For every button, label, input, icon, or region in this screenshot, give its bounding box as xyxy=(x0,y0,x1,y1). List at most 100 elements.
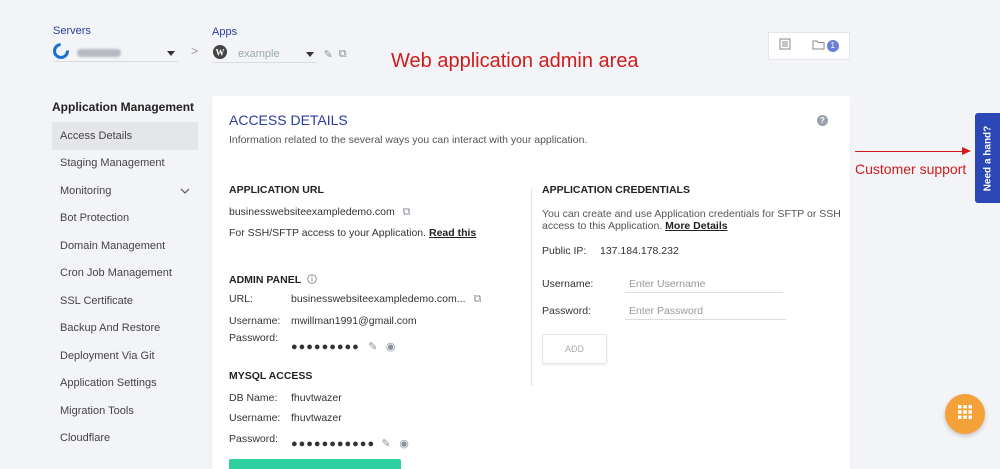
admin-password-label: Password: xyxy=(229,332,279,344)
need-a-hand-label: Need a hand? xyxy=(982,125,994,191)
read-this-link[interactable]: Read this xyxy=(429,227,476,239)
sidebar-item-label: Cron Job Management xyxy=(60,267,172,280)
annotation-arrow xyxy=(855,151,965,152)
sidebar-item-label: SSL Certificate xyxy=(60,294,133,307)
sidebar-item-cron-job-management[interactable]: Cron Job Management xyxy=(52,260,198,288)
edit-icon[interactable]: ✎ xyxy=(368,341,377,353)
page-title: ACCESS DETAILS xyxy=(229,112,348,128)
credentials-desc-text: access to this Application. xyxy=(542,220,663,232)
info-icon[interactable] xyxy=(307,274,317,287)
sidebar-item-deployment-via-git[interactable]: Deployment Via Git xyxy=(52,342,198,370)
cred-password-label: Password: xyxy=(542,305,592,317)
app-selector[interactable]: Apps W example ✎ ⧉ xyxy=(212,26,347,64)
chevron-down-icon[interactable] xyxy=(167,50,175,56)
admin-username-value: mwillman1991@gmail.com xyxy=(291,315,417,327)
credentials-desc-line2: access to this Application. More Details xyxy=(542,220,728,232)
password-input[interactable] xyxy=(625,303,786,320)
admin-password-value: ●●●●●●●●● xyxy=(291,341,360,353)
sidebar-item-label: Bot Protection xyxy=(60,212,130,225)
sidebar-heading: Application Management xyxy=(52,100,195,114)
notification-badge: 1 xyxy=(826,40,839,52)
sidebar-item-label: Monitoring xyxy=(60,184,112,197)
username-input[interactable] xyxy=(625,276,783,293)
sidebar-item-bot-protection[interactable]: Bot Protection xyxy=(52,205,198,233)
primary-action-button[interactable] xyxy=(229,459,401,469)
app-url-heading: APPLICATION URL xyxy=(229,184,324,196)
ssh-text: For SSH/SFTP access to your Application. xyxy=(229,227,427,239)
admin-panel-heading: ADMIN PANEL xyxy=(229,274,317,287)
sidebar-item-access-details[interactable]: Access Details xyxy=(52,122,198,150)
mysql-username-label: Username: xyxy=(229,412,281,424)
admin-username-label: Username: xyxy=(229,315,281,327)
apps-grid-button[interactable] xyxy=(945,394,985,434)
sidebar: Application Management Access Details St… xyxy=(52,100,198,452)
admin-url-row: businesswebsiteexampledemo.com... ⧉ xyxy=(291,293,481,306)
servers-label: Servers xyxy=(53,25,91,37)
more-details-link[interactable]: More Details xyxy=(665,220,727,232)
chevron-down-icon[interactable] xyxy=(305,51,314,57)
cred-username-label: Username: xyxy=(542,278,594,290)
breadcrumb-separator: > xyxy=(191,44,199,58)
mysql-password-label: Password: xyxy=(229,433,279,445)
external-link-icon[interactable]: ⧉ xyxy=(473,293,481,305)
mysql-username-value: fhuvtwazer xyxy=(291,412,342,424)
sidebar-item-label: Deployment Via Git xyxy=(60,349,155,362)
sidebar-item-ssl-certificate[interactable]: SSL Certificate xyxy=(52,287,198,315)
sidebar-item-label: Cloudflare xyxy=(60,432,111,445)
eye-icon[interactable]: ◉ xyxy=(399,438,409,450)
app-url-link[interactable]: businesswebsiteexampledemo.com xyxy=(229,206,395,218)
page-description: Information related to the several ways … xyxy=(229,134,588,146)
sidebar-item-monitoring[interactable]: Monitoring xyxy=(52,177,198,205)
annotation-support: Customer support xyxy=(855,161,967,177)
admin-password-row: ●●●●●●●●● ✎ ◉ xyxy=(291,337,396,355)
sidebar-item-label: Domain Management xyxy=(60,239,166,252)
access-details-card: ACCESS DETAILS ? Information related to … xyxy=(212,96,850,469)
credentials-heading: APPLICATION CREDENTIALS xyxy=(542,184,690,196)
sidebar-item-migration-tools[interactable]: Migration Tools xyxy=(52,397,198,425)
sidebar-item-label: Application Settings xyxy=(60,377,157,390)
sidebar-item-cloudflare[interactable]: Cloudflare xyxy=(52,425,198,453)
public-ip-label: Public IP: xyxy=(542,245,587,257)
edit-icon[interactable]: ✎ xyxy=(324,48,333,61)
grid-icon xyxy=(958,404,972,424)
list-icon[interactable] xyxy=(779,37,791,55)
server-name-redacted xyxy=(77,49,121,57)
mysql-password-value: ●●●●●●●●●●● xyxy=(291,438,376,450)
external-link-icon[interactable]: ⧉ xyxy=(403,206,411,218)
folder-button[interactable]: 1 xyxy=(812,37,839,55)
server-selector[interactable]: Servers xyxy=(53,25,175,63)
eye-icon[interactable]: ◉ xyxy=(386,341,396,353)
app-name: example xyxy=(238,48,280,60)
svg-text:W: W xyxy=(216,47,225,57)
folder-icon xyxy=(812,37,825,55)
admin-panel-heading-text: ADMIN PANEL xyxy=(229,274,301,286)
sidebar-item-label: Migration Tools xyxy=(60,404,134,417)
mysql-db-label: DB Name: xyxy=(229,392,278,404)
credentials-desc-line1: You can create and use Application crede… xyxy=(542,208,841,220)
top-right-tools: 1 xyxy=(768,32,850,60)
annotation-arrowhead xyxy=(962,147,971,155)
add-button[interactable]: ADD xyxy=(542,334,607,364)
chevron-down-icon xyxy=(180,185,190,197)
sidebar-item-label: Access Details xyxy=(60,129,133,142)
mysql-db-value: fhuvtwazer xyxy=(291,392,342,404)
sidebar-item-label: Backup And Restore xyxy=(60,322,161,335)
sidebar-item-application-settings[interactable]: Application Settings xyxy=(52,370,198,398)
help-icon[interactable]: ? xyxy=(817,115,828,126)
apps-label: Apps xyxy=(212,26,238,38)
edit-icon[interactable]: ✎ xyxy=(382,438,391,450)
column-divider xyxy=(531,188,532,386)
annotation-title: Web application admin area xyxy=(391,50,639,72)
mysql-heading: MYSQL ACCESS xyxy=(229,370,313,382)
sidebar-item-backup-and-restore[interactable]: Backup And Restore xyxy=(52,315,198,343)
ssh-info: For SSH/SFTP access to your Application.… xyxy=(229,227,476,239)
sidebar-item-staging-management[interactable]: Staging Management xyxy=(52,150,198,178)
need-a-hand-tab[interactable]: Need a hand? xyxy=(975,113,1000,203)
app-url-row: businesswebsiteexampledemo.com ⧉ xyxy=(229,206,411,219)
admin-url-link[interactable]: businesswebsiteexampledemo.com... xyxy=(291,293,466,305)
external-link-icon[interactable]: ⧉ xyxy=(339,48,347,61)
mysql-password-row: ●●●●●●●●●●● ✎ ◉ xyxy=(291,434,409,452)
admin-url-label: URL: xyxy=(229,293,253,305)
public-ip-value: 137.184.178.232 xyxy=(600,245,679,257)
sidebar-item-domain-management[interactable]: Domain Management xyxy=(52,232,198,260)
